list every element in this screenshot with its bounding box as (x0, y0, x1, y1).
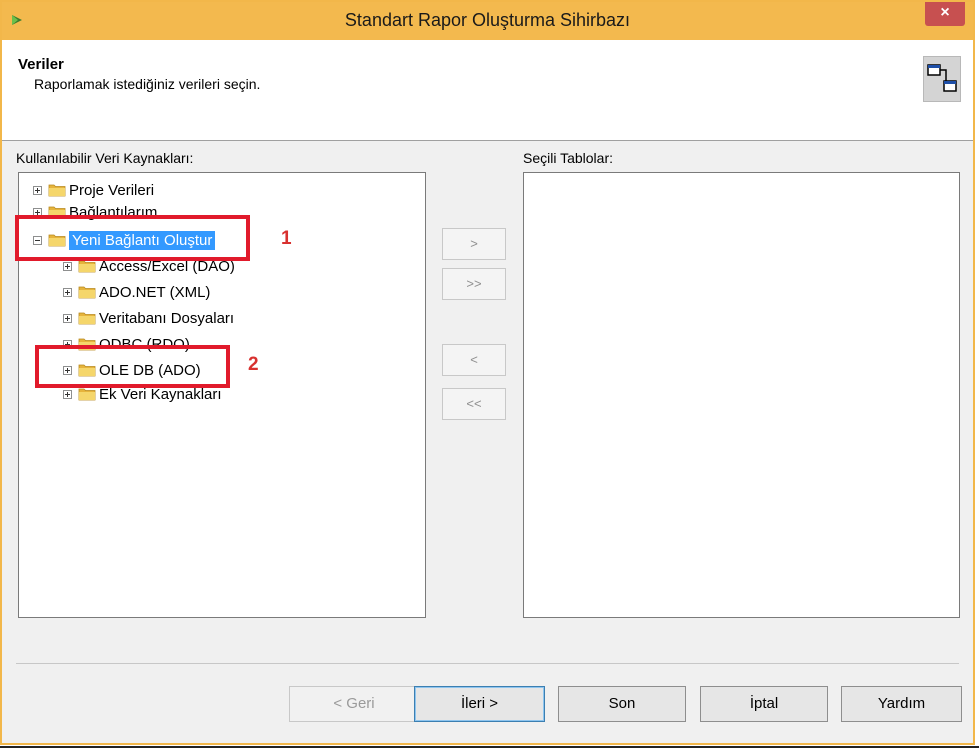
available-sources-label: Kullanılabilir Veri Kaynakları: (16, 150, 194, 166)
folder-icon (48, 184, 66, 197)
expand-icon[interactable] (63, 313, 72, 323)
folder-icon (78, 388, 96, 401)
add-all-tables-button[interactable]: >> (442, 268, 506, 300)
folder-icon (78, 312, 96, 325)
window-title: Standart Rapor Oluşturma Sihirbazı (344, 10, 631, 30)
expand-icon[interactable] (63, 261, 72, 271)
title-bar[interactable]: Standart Rapor Oluşturma Sihirbazı × (2, 2, 973, 40)
wizard-header: Veriler Raporlamak istediğiniz verileri … (2, 40, 973, 141)
expand-icon[interactable] (63, 287, 72, 297)
selected-tables-label: Seçili Tablolar: (523, 150, 614, 166)
finish-button[interactable]: Son (558, 686, 686, 722)
wizard-window: Standart Rapor Oluşturma Sihirbazı × Ver… (0, 0, 975, 745)
folder-icon (78, 286, 96, 299)
page-title: Veriler (18, 56, 64, 73)
annotation-label-1: 1 (281, 228, 292, 249)
tree-item-label: Proje Verileri (69, 181, 155, 199)
expand-icon[interactable] (33, 185, 42, 195)
page-subtitle: Raporlamak istediğiniz verileri seçin. (34, 76, 261, 92)
annotation-box-2 (35, 345, 230, 388)
help-button[interactable]: Yardım (841, 686, 962, 722)
cancel-button[interactable]: İptal (700, 686, 828, 722)
annotation-label-2: 2 (248, 354, 259, 375)
tree-item-label: ADO.NET (XML) (99, 283, 211, 301)
annotation-box-1 (15, 215, 250, 261)
bottom-border (0, 746, 979, 748)
tree-item-label: Veritabanı Dosyaları (99, 309, 235, 327)
next-button[interactable]: İleri > (414, 686, 545, 722)
back-button[interactable]: < Geri (289, 686, 419, 722)
close-icon: × (940, 4, 950, 21)
close-button[interactable]: × (925, 2, 965, 26)
tree-item[interactable]: Proje Verileri (33, 179, 154, 201)
folder-icon (78, 260, 96, 273)
expand-icon[interactable] (63, 389, 72, 399)
tree-item[interactable]: Veritabanı Dosyaları (63, 307, 234, 329)
tree-item-label: Ek Veri Kaynakları (99, 385, 222, 403)
remove-all-tables-button[interactable]: << (442, 388, 506, 420)
table-link-icon (923, 56, 961, 102)
footer-separator (16, 663, 959, 664)
remove-table-button[interactable]: < (442, 344, 506, 376)
tree-item[interactable]: ADO.NET (XML) (63, 281, 210, 303)
add-table-button[interactable]: > (442, 228, 506, 260)
selected-tables-list[interactable] (523, 172, 960, 618)
